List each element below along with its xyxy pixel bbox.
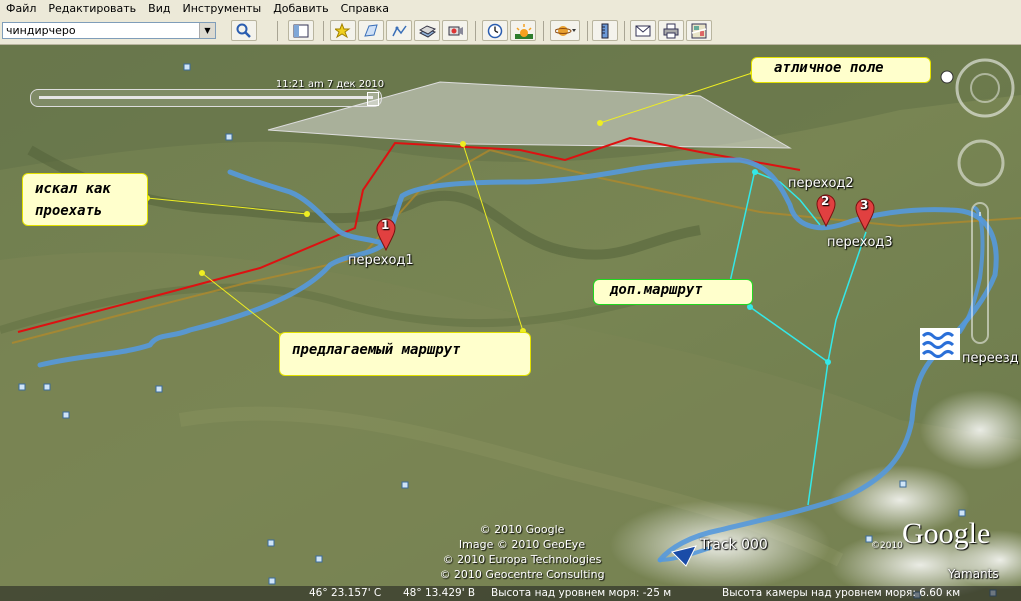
water-icon[interactable] <box>920 328 960 360</box>
sidebar-toggle-button[interactable] <box>288 20 314 41</box>
camera-altitude-readout: Высота камеры над уровнем моря: 6.60 км <box>722 587 961 599</box>
ruler-icon <box>601 23 609 39</box>
toolbar-separator <box>587 21 588 41</box>
historical-imagery-icon <box>487 23 503 39</box>
menu-tools[interactable]: Инструменты <box>176 0 267 18</box>
credit-europa: © 2010 Europa Technologies <box>442 553 602 566</box>
record-tour-icon <box>448 26 463 36</box>
path-icon <box>392 25 407 37</box>
add-image-overlay-button[interactable] <box>414 20 440 41</box>
view-in-maps-icon <box>691 23 707 39</box>
logo-year: ©2010 <box>871 541 903 551</box>
credit-google: © 2010 Google <box>479 523 565 536</box>
sidebar-icon <box>293 24 309 38</box>
leader-point <box>825 359 831 365</box>
longitude-readout: 48° 13.429' В <box>403 587 476 599</box>
toolbar-separator <box>543 21 544 41</box>
search-icon <box>236 23 251 38</box>
search-input[interactable] <box>3 23 205 38</box>
menu-file[interactable]: Файл <box>0 0 42 18</box>
latitude-readout: 46° 23.157' С <box>309 587 382 599</box>
menu-help[interactable]: Справка <box>335 0 395 18</box>
credit-geocentre: © 2010 Geocentre Consulting <box>439 568 605 581</box>
print-button[interactable] <box>658 20 684 41</box>
toolbar: ▼ <box>0 18 1021 45</box>
credit-geoeye: Image © 2010 GeoEye <box>458 538 586 551</box>
callout-field[interactable]: атличное поле <box>751 57 931 83</box>
place-label-yamants: Yamants <box>948 567 999 581</box>
sunlight-button[interactable] <box>510 20 536 41</box>
planet-icon <box>555 26 576 36</box>
callout-extra-route[interactable]: доп.маршрут <box>593 279 753 305</box>
add-polygon-button[interactable] <box>358 20 384 41</box>
google-logo: Google <box>902 517 991 550</box>
toolbar-separator <box>475 21 476 41</box>
map-canvas[interactable] <box>0 45 1021 601</box>
sunlight-icon <box>515 24 533 39</box>
menu-add[interactable]: Добавить <box>267 0 334 18</box>
leader-point <box>752 169 758 175</box>
toolbar-separator <box>624 21 625 41</box>
north-compass-icon[interactable] <box>940 70 954 84</box>
search-box[interactable]: ▼ <box>2 22 216 39</box>
toolbar-separator <box>277 21 278 41</box>
email-icon <box>635 25 651 37</box>
polygon-icon <box>364 24 378 37</box>
placemark-icon <box>335 23 351 39</box>
track-label[interactable]: Track 000 <box>700 537 768 553</box>
ruler-button[interactable] <box>592 20 618 41</box>
leader-point <box>597 120 603 126</box>
view-in-google-maps-button[interactable] <box>686 20 712 41</box>
leader-point <box>460 141 466 147</box>
status-bar: 46° 23.157' С 48° 13.429' В Высота над у… <box>0 586 1021 601</box>
email-button[interactable] <box>630 20 656 41</box>
placemark-label-3[interactable]: переход3 <box>827 235 893 250</box>
placemark-number-3: 3 <box>860 198 869 212</box>
add-placemark-button[interactable] <box>330 20 356 41</box>
menu-view[interactable]: Вид <box>142 0 176 18</box>
callout-proposed-route[interactable]: предлагаемый маршрут <box>279 332 531 376</box>
callout-searched[interactable]: искал как проехать <box>22 173 148 226</box>
elevation-readout: Высота над уровнем моря: -25 м <box>491 587 672 599</box>
historical-imagery-button[interactable] <box>482 20 508 41</box>
overlay-icon <box>419 25 437 38</box>
ford-label[interactable]: переезд <box>962 351 1019 366</box>
print-icon <box>663 23 679 39</box>
menu-edit[interactable]: Редактировать <box>42 0 142 18</box>
map-view[interactable]: 11:21 am 7 дек 2010 атличное поле искал … <box>0 45 1021 601</box>
time-slider-track <box>39 96 373 99</box>
placemark-number-1: 1 <box>381 218 390 232</box>
search-button[interactable] <box>231 20 257 41</box>
switch-planet-button[interactable] <box>550 20 580 41</box>
record-tour-button[interactable] <box>442 20 468 41</box>
toolbar-separator <box>323 21 324 41</box>
time-slider[interactable] <box>30 89 382 107</box>
placemark-label-2[interactable]: переход2 <box>788 176 854 191</box>
placemark-label-1[interactable]: переход1 <box>348 253 414 268</box>
menu-bar: Файл Редактировать Вид Инструменты Добав… <box>0 0 1021 18</box>
search-dropdown-icon[interactable]: ▼ <box>199 23 215 38</box>
leader-point <box>199 270 205 276</box>
leader-point <box>304 211 310 217</box>
time-slider-knob[interactable] <box>367 92 379 106</box>
add-path-button[interactable] <box>386 20 412 41</box>
placemark-number-2: 2 <box>821 194 830 208</box>
